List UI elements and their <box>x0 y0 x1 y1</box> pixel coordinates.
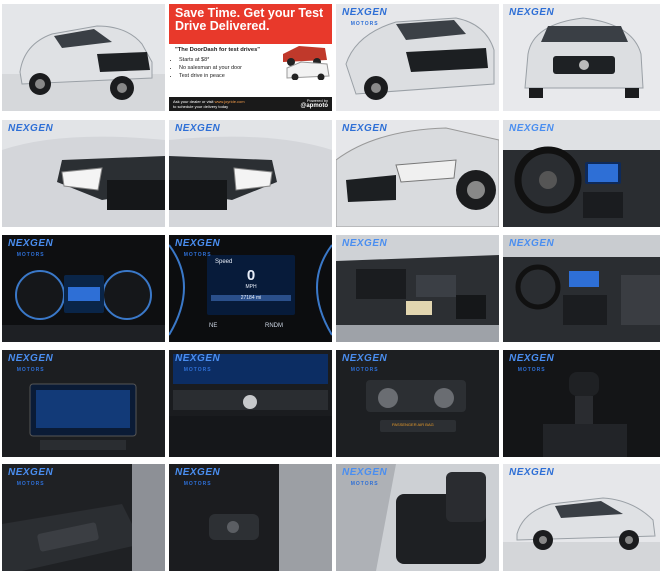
dealer-logo: NEXGEN MOTORS <box>8 467 54 488</box>
speed-value: 0 <box>246 267 256 284</box>
ad-quote: "The DoorDash for test drives" <box>175 47 261 53</box>
truck-images <box>283 46 330 80</box>
dealer-logo: NEXGEN <box>342 238 388 249</box>
dealer-logo: NEXGEN <box>8 123 54 134</box>
dealer-logo: NEXGEN MOTORS <box>175 238 221 259</box>
gear-indicator: RNDM <box>265 323 283 329</box>
photo-exterior-front[interactable]: NEXGEN <box>503 4 660 111</box>
photo-instrument-cluster[interactable]: NEXGEN MOTORS <box>2 235 165 342</box>
odometer: 27184 mi <box>211 295 291 301</box>
cluster-display: Speed 0 MPH 27184 mi <box>211 257 291 315</box>
airbag-warning: PASSENGER AIR BAG <box>392 422 434 427</box>
ad-headline: Save Time. Get your Test Drive Delivered… <box>175 6 324 33</box>
dealer-logo: NEXGEN <box>509 238 555 249</box>
photo-engine-bay[interactable]: NEXGEN <box>336 235 499 342</box>
photo-door-mirror-controls[interactable]: NEXGEN MOTORS <box>169 464 332 571</box>
photo-gear-shifter[interactable]: NEXGEN MOTORS <box>503 350 660 457</box>
ad-banner[interactable]: Save Time. Get your Test Drive Delivered… <box>169 4 332 111</box>
dealer-logo: NEXGEN MOTORS <box>342 353 388 374</box>
photo-door-panel-controls[interactable]: NEXGEN MOTORS <box>2 464 165 571</box>
photo-infotainment-screen[interactable]: NEXGEN MOTORS <box>2 350 165 457</box>
photo-front-seat[interactable]: NEXGEN MOTORS <box>336 464 499 571</box>
car-exterior-image <box>503 4 660 111</box>
car-interior-image <box>503 235 660 342</box>
dealer-logo: NEXGEN MOTORS <box>8 353 54 374</box>
photo-radio-controls[interactable]: NEXGEN MOTORS <box>169 350 332 457</box>
car-exterior-image <box>2 4 165 111</box>
heading-indicator: NE <box>209 323 218 329</box>
dealer-logo: NEXGEN MOTORS <box>8 238 54 259</box>
dealer-logo: NEXGEN MOTORS <box>509 353 555 374</box>
engine-image <box>336 235 499 342</box>
photo-exterior-front-left[interactable] <box>2 4 165 111</box>
photo-interior-dashboard[interactable]: NEXGEN <box>503 235 660 342</box>
dealer-logo: NEXGEN MOTORS <box>342 7 388 28</box>
photo-headlight-left[interactable]: NEXGEN <box>2 120 165 227</box>
photo-cluster-speed-closeup[interactable]: Speed 0 MPH 27184 mi NE RNDM NEXGEN MOTOR… <box>169 235 332 342</box>
photo-climate-controls[interactable]: PASSENGER AIR BAG NEXGEN MOTORS <box>336 350 499 457</box>
photo-front-quarter-close[interactable]: NEXGEN <box>336 120 499 227</box>
speed-unit: MPH <box>245 284 257 290</box>
photo-dashboard-steering[interactable]: NEXGEN <box>503 120 660 227</box>
dealer-logo: NEXGEN <box>509 123 555 134</box>
ad-bullet: Starts at $8* <box>179 56 242 64</box>
dealer-logo: NEXGEN <box>342 123 388 134</box>
photo-exterior-side[interactable]: NEXGEN <box>503 464 660 571</box>
car-detail-image <box>336 120 499 227</box>
dealer-logo: NEXGEN <box>509 7 555 18</box>
ad-bullet: Test drive in peace <box>179 72 242 80</box>
ad-bullet: No salesman at your door <box>179 64 242 72</box>
car-interior-image <box>503 120 660 227</box>
car-detail-image <box>169 120 332 227</box>
ad-powered-brand: @apmoto <box>300 103 328 109</box>
dealer-logo: NEXGEN <box>175 123 221 134</box>
car-exterior-image <box>503 464 660 571</box>
dealer-logo: NEXGEN MOTORS <box>175 467 221 488</box>
ad-footer: Ask your dealer or visit www.joyride.com… <box>169 97 332 111</box>
ad-cta-line2: to schedule your delivery today <box>173 104 229 109</box>
dealer-logo: NEXGEN MOTORS <box>342 467 388 488</box>
photo-exterior-front-left-close[interactable]: NEXGEN MOTORS <box>336 4 499 111</box>
photo-gallery-grid: Save Time. Get your Test Drive Delivered… <box>0 0 660 571</box>
photo-headlight-right[interactable]: NEXGEN <box>169 120 332 227</box>
ad-bullet-list: Starts at $8* No salesman at your door T… <box>173 56 242 80</box>
car-detail-image <box>2 120 165 227</box>
dealer-logo: NEXGEN MOTORS <box>175 353 221 374</box>
dealer-logo: NEXGEN <box>509 467 555 478</box>
